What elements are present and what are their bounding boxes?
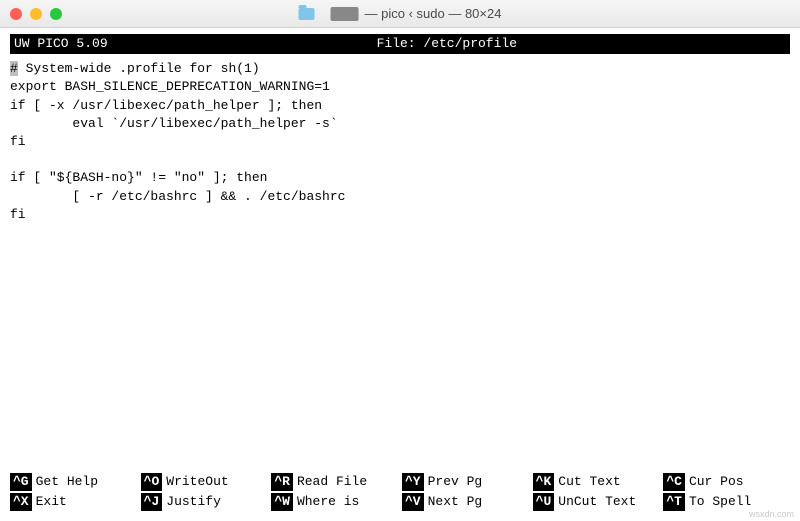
shortcut-label: WriteOut (166, 473, 228, 491)
cursor: # (10, 61, 18, 76)
editor-app-name: UW PICO 5.09 (14, 35, 108, 53)
shortcut-key: ^R (271, 473, 293, 491)
shortcut-key: ^C (663, 473, 685, 491)
shortcut-where-is[interactable]: ^WWhere is (271, 493, 398, 511)
shortcut-cut-text[interactable]: ^KCut Text (533, 473, 660, 491)
shortcut-key: ^T (663, 493, 685, 511)
editor-line: fi (10, 207, 26, 222)
minimize-icon[interactable] (30, 8, 42, 20)
editor-line: [ -r /etc/bashrc ] && . /etc/bashrc (10, 189, 345, 204)
shortcut-label: Get Help (36, 473, 98, 491)
shortcut-label: UnCut Text (558, 493, 636, 511)
window-titlebar: — pico ‹ sudo — 80×24 (0, 0, 800, 28)
window-title-text: — pico ‹ sudo — 80×24 (365, 6, 502, 21)
shortcut-label: Where is (297, 493, 359, 511)
shortcut-justify[interactable]: ^JJustify (141, 493, 268, 511)
shortcut-key: ^K (533, 473, 555, 491)
terminal-area[interactable]: UW PICO 5.09 File: /etc/profile # System… (0, 28, 800, 521)
shortcut-key: ^W (271, 493, 293, 511)
shortcut-key: ^G (10, 473, 32, 491)
shortcut-next-pg[interactable]: ^VNext Pg (402, 493, 529, 511)
editor-status-bar: UW PICO 5.09 File: /etc/profile (10, 34, 790, 54)
editor-line: if [ "${BASH-no}" != "no" ]; then (10, 170, 267, 185)
shortcut-label: To Spell (689, 493, 751, 511)
shortcut-writeout[interactable]: ^OWriteOut (141, 473, 268, 491)
shortcut-prev-pg[interactable]: ^YPrev Pg (402, 473, 529, 491)
title-redacted-icon (331, 7, 359, 21)
shortcut-get-help[interactable]: ^GGet Help (10, 473, 137, 491)
shortcut-key: ^V (402, 493, 424, 511)
folder-icon (299, 8, 315, 20)
editor-line: fi (10, 134, 26, 149)
shortcut-uncut-text[interactable]: ^UUnCut Text (533, 493, 660, 511)
editor-content[interactable]: # System-wide .profile for sh(1) export … (10, 60, 790, 440)
shortcut-cur-pos[interactable]: ^CCur Pos (663, 473, 790, 491)
editor-line: eval `/usr/libexec/path_helper -s` (10, 116, 338, 131)
shortcut-label: Cur Pos (689, 473, 744, 491)
shortcut-bar: ^GGet Help ^OWriteOut ^RRead File ^YPrev… (10, 473, 790, 511)
shortcut-label: Justify (166, 493, 221, 511)
traffic-lights (10, 8, 62, 20)
watermark: wsxdn.com (749, 508, 794, 521)
shortcut-exit[interactable]: ^XExit (10, 493, 137, 511)
shortcut-label: Exit (36, 493, 67, 511)
editor-line: export BASH_SILENCE_DEPRECATION_WARNING=… (10, 79, 330, 94)
shortcut-label: Next Pg (428, 493, 483, 511)
close-icon[interactable] (10, 8, 22, 20)
shortcut-read-file[interactable]: ^RRead File (271, 473, 398, 491)
shortcut-key: ^X (10, 493, 32, 511)
window-title: — pico ‹ sudo — 80×24 (299, 6, 502, 21)
zoom-icon[interactable] (50, 8, 62, 20)
shortcut-key: ^Y (402, 473, 424, 491)
editor-line: if [ -x /usr/libexec/path_helper ]; then (10, 98, 322, 113)
shortcut-key: ^U (533, 493, 555, 511)
editor-line: System-wide .profile for sh(1) (18, 61, 260, 76)
shortcut-key: ^O (141, 473, 163, 491)
shortcut-label: Prev Pg (428, 473, 483, 491)
shortcut-key: ^J (141, 493, 163, 511)
shortcut-label: Read File (297, 473, 367, 491)
editor-file-label: File: /etc/profile (377, 35, 517, 53)
shortcut-label: Cut Text (558, 473, 620, 491)
